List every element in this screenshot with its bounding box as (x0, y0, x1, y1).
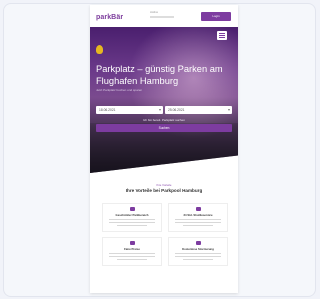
section-title: Ihre Vorteile bei Parkpool Hamburg (125, 188, 203, 193)
arrival-date-input[interactable]: 18.06.2021 ▾ (96, 106, 163, 114)
chevron-down-icon: ▾ (158, 107, 161, 112)
departure-date-value: 25.06.2021 (168, 108, 185, 112)
hotline-label: Hotline (150, 11, 159, 14)
feature-title: Kostenlose Stornierung (182, 247, 214, 251)
feature-title: 24 Std. Shuttleservice (183, 213, 213, 217)
hero-subtitle: Jetzt Parkplatz buchen und sparen (96, 88, 143, 92)
menu-icon[interactable] (217, 31, 227, 40)
confirm-checkbox-label[interactable]: Ich bin bereit. Parkplatz suchen (96, 118, 232, 122)
departure-date-input[interactable]: 25.06.2021 ▾ (165, 106, 232, 114)
hotline-block[interactable]: Hotline (150, 11, 178, 21)
award-badge-icon (96, 45, 103, 54)
feature-title: Faire Preise (124, 247, 140, 251)
feature-card: Faire Preise (102, 237, 162, 266)
search-button[interactable]: Suchen (96, 124, 232, 132)
hero-section: Parkplatz – günstig Parken am Flughafen … (90, 27, 238, 173)
chevron-down-icon: ▾ (227, 107, 230, 112)
mobile-preview: parkBär Hotline Login Parkplatz – günsti… (90, 5, 238, 293)
hero-title: Parkplatz – günstig Parken am Flughafen … (96, 64, 223, 86)
calendar-icon (196, 241, 201, 245)
section-eyebrow: Ihre Vorteile (156, 183, 172, 187)
shield-icon (130, 207, 135, 211)
site-logo[interactable]: parkBär (96, 14, 123, 21)
feature-title: Geschützter Parkbereich (115, 213, 149, 217)
euro-icon (130, 241, 135, 245)
feature-card: Kostenlose Stornierung (168, 237, 228, 266)
site-header: parkBär Hotline Login (90, 5, 238, 27)
feature-card: Geschützter Parkbereich (102, 203, 162, 232)
login-button[interactable]: Login (201, 12, 231, 21)
shuttle-icon (196, 207, 201, 211)
hotline-number (150, 16, 174, 18)
feature-card: 24 Std. Shuttleservice (168, 203, 228, 232)
arrival-date-value: 18.06.2021 (99, 108, 116, 112)
